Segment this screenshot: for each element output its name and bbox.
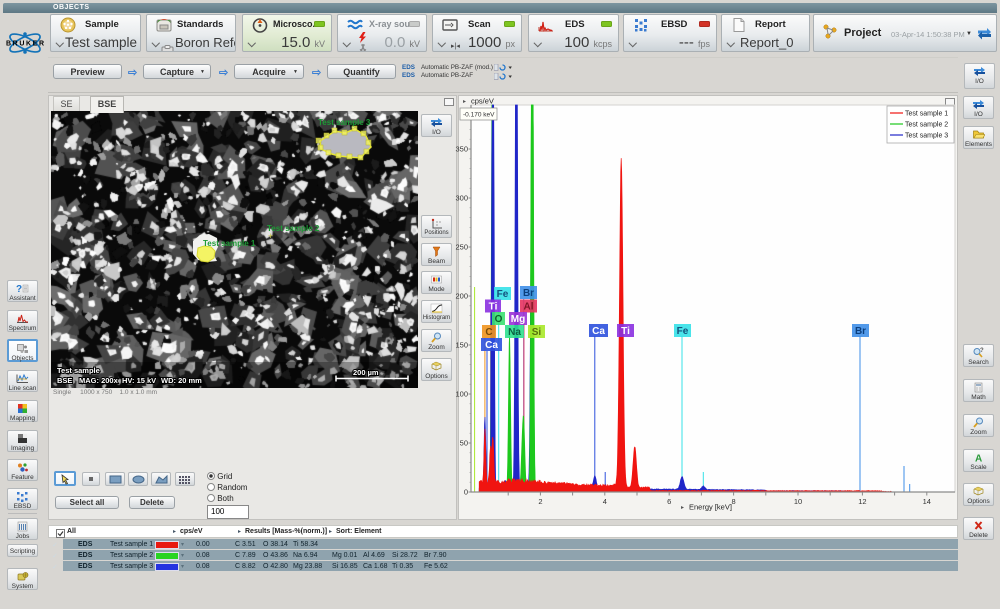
- svg-text:A: A: [975, 454, 982, 464]
- svg-text:Test sample 3: Test sample 3: [905, 133, 948, 140]
- svg-text:6: 6: [667, 497, 671, 506]
- svg-text:4: 4: [603, 497, 607, 506]
- svg-text:150: 150: [455, 341, 468, 350]
- svg-text:250: 250: [455, 243, 468, 252]
- svg-text:Na: Na: [508, 327, 521, 338]
- svg-text:Ti: Ti: [621, 326, 630, 337]
- svg-text:8: 8: [732, 497, 736, 506]
- svg-text:300: 300: [455, 194, 468, 203]
- svg-text:Br: Br: [855, 326, 866, 337]
- svg-text:Si: Si: [532, 327, 542, 338]
- svg-text:O: O: [495, 314, 503, 325]
- svg-text:Test sample 2: Test sample 2: [905, 122, 948, 129]
- svg-text:?: ?: [16, 284, 22, 294]
- svg-text:Test sample 1: Test sample 1: [203, 239, 256, 248]
- svg-text:WD: 20 mm: WD: 20 mm: [161, 376, 202, 385]
- svg-text:Test sample: Test sample: [57, 366, 100, 375]
- svg-text:0: 0: [464, 488, 468, 497]
- svg-text:Fe: Fe: [677, 326, 689, 337]
- svg-text:10: 10: [794, 497, 802, 506]
- svg-text:Ca: Ca: [485, 340, 498, 351]
- svg-text:50: 50: [460, 439, 468, 448]
- svg-text:C: C: [485, 327, 492, 338]
- svg-text:Br: Br: [523, 288, 534, 299]
- svg-text:▸: ▸: [463, 99, 466, 105]
- svg-text:Energy [keV]: Energy [keV]: [689, 503, 732, 512]
- svg-text:200 µm: 200 µm: [353, 368, 379, 377]
- svg-text:?: ?: [980, 348, 984, 354]
- svg-text:Test sample 1: Test sample 1: [905, 111, 948, 118]
- svg-text:12: 12: [858, 497, 866, 506]
- svg-text:Test sample 2: Test sample 2: [267, 224, 320, 233]
- svg-text:BRUKER: BRUKER: [6, 41, 44, 48]
- svg-text:2: 2: [538, 497, 542, 506]
- svg-text:Ca: Ca: [592, 326, 605, 337]
- svg-text:▸: ▸: [681, 505, 684, 511]
- svg-text:100: 100: [455, 390, 468, 399]
- svg-text:Mg: Mg: [511, 314, 525, 325]
- svg-text:Fe: Fe: [497, 289, 509, 300]
- svg-text:MAG: 200x: MAG: 200x: [79, 376, 119, 385]
- svg-text:BSE: BSE: [57, 376, 72, 385]
- svg-text:Ti: Ti: [489, 302, 498, 313]
- svg-text:200: 200: [455, 292, 468, 301]
- svg-text:-0.170 keV: -0.170 keV: [463, 112, 495, 119]
- svg-text:+: +: [268, 231, 273, 241]
- svg-text:cps/eV: cps/eV: [471, 97, 494, 106]
- svg-text:14: 14: [923, 497, 931, 506]
- svg-text:Test sample 3: Test sample 3: [318, 118, 371, 127]
- svg-text:HV: 15 kV: HV: 15 kV: [122, 376, 156, 385]
- svg-text:350: 350: [455, 145, 468, 154]
- svg-text:Al: Al: [524, 302, 534, 313]
